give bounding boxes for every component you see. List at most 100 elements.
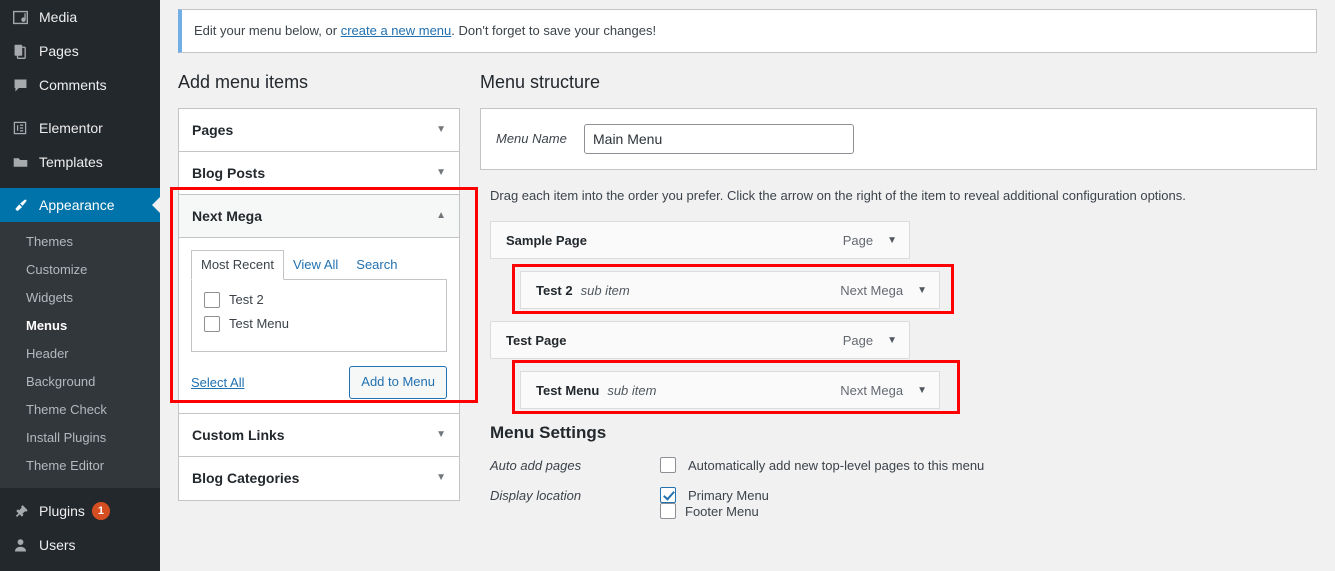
sidebar-top-group: Media Pages Comments Elementor Templates… <box>0 0 160 571</box>
sidebar-divider <box>0 102 160 111</box>
list-item-label: Test 2 <box>229 292 264 308</box>
checkbox-test-2[interactable] <box>204 291 220 308</box>
accordion-panel-pages[interactable]: Pages ▼ <box>179 108 459 152</box>
menu-structure-column: Menu structure Menu Name Drag each item … <box>480 71 1317 520</box>
sidebar-subitem-themes[interactable]: Themes <box>0 228 160 256</box>
chevron-up-icon[interactable]: ▲ <box>436 210 446 221</box>
accordion-panel-blog-posts[interactable]: Blog Posts ▼ <box>179 151 459 195</box>
wordpress-admin-menus-page: Media Pages Comments Elementor Templates… <box>0 0 1335 571</box>
chevron-down-icon[interactable]: ▼ <box>436 429 446 440</box>
menu-row-meta: Next Mega ▼ <box>840 383 927 398</box>
sidebar-item-label: Users <box>39 537 76 553</box>
menu-name-row: Menu Name <box>481 108 1316 170</box>
checkbox-footer-menu[interactable] <box>660 503 676 520</box>
menu-name-panel: Menu Name <box>480 107 1317 170</box>
panel-title: Blog Posts <box>192 164 266 181</box>
add-menu-items-title: Add menu items <box>178 71 309 92</box>
auto-add-pages-option-label: Automatically add new top-level pages to… <box>688 457 985 473</box>
sidebar-item-templates[interactable]: Templates <box>0 145 160 179</box>
sidebar-item-comments[interactable]: Comments <box>0 68 160 102</box>
plugins-update-badge: 1 <box>91 502 110 520</box>
chevron-down-icon[interactable]: ▼ <box>887 235 897 246</box>
display-location-footer[interactable]: Footer Menu <box>660 503 1317 520</box>
menu-row-test-menu[interactable]: Test Menu sub item Next Mega ▼ <box>520 371 940 410</box>
sidebar-item-plugins[interactable]: Plugins 1 <box>0 494 160 528</box>
menu-name-input[interactable] <box>584 123 854 154</box>
display-location-label: Display location <box>490 487 582 503</box>
checkbox-test-menu[interactable] <box>204 315 220 332</box>
menu-settings-title: Menu Settings <box>490 423 607 443</box>
sidebar-item-label: Comments <box>39 77 107 93</box>
sidebar-subitem-background[interactable]: Background <box>0 368 160 396</box>
auto-add-pages-row: Auto add pages Automatically add new top… <box>490 457 1317 474</box>
sidebar-item-appearance[interactable]: Appearance <box>0 188 160 222</box>
plugins-icon <box>10 501 30 521</box>
add-menu-items-accordion: Pages ▼ Blog Posts ▼ Next Mega ▲ Most Re… <box>178 107 460 501</box>
add-to-menu-button[interactable]: Add to Menu <box>349 365 447 399</box>
display-location-primary[interactable]: Primary Menu <box>660 487 769 504</box>
appearance-brush-icon <box>10 195 30 215</box>
chevron-down-icon[interactable]: ▼ <box>436 124 446 135</box>
sidebar-item-elementor[interactable]: Elementor <box>0 111 160 145</box>
sidebar-subitem-theme-check[interactable]: Theme Check <box>0 396 160 424</box>
appearance-submenu: Themes Customize Widgets Menus Header Ba… <box>0 222 160 488</box>
select-all-link[interactable]: Select All <box>191 375 244 390</box>
sidebar-subitem-widgets[interactable]: Widgets <box>0 284 160 312</box>
sidebar-item-label: Plugins <box>39 503 85 519</box>
auto-add-pages-value[interactable]: Automatically add new top-level pages to… <box>660 457 985 474</box>
footer-menu-label: Footer Menu <box>685 503 759 519</box>
panel-title: Custom Links <box>192 426 285 443</box>
sidebar-item-partial[interactable] <box>0 562 160 571</box>
sidebar-item-media[interactable]: Media <box>0 0 160 34</box>
accordion-panel-next-mega[interactable]: Next Mega ▲ <box>179 194 459 238</box>
accordion-panel-custom-links[interactable]: Custom Links ▼ <box>179 413 459 457</box>
menu-row-test-2[interactable]: Test 2 sub item Next Mega ▼ <box>520 271 940 310</box>
sidebar-subitem-theme-editor[interactable]: Theme Editor <box>0 452 160 480</box>
sidebar-subitem-menus[interactable]: Menus <box>0 312 160 340</box>
menu-row-title: Test Page <box>506 332 567 348</box>
menu-row-title: Test 2 <box>536 282 573 298</box>
sidebar-divider <box>0 179 160 188</box>
next-mega-panel-footer: Select All Add to Menu <box>191 365 447 399</box>
tab-search[interactable]: Search <box>347 251 406 279</box>
templates-icon <box>10 152 30 172</box>
next-mega-tabpanel: Test 2 Test Menu <box>191 279 447 352</box>
chevron-down-icon[interactable]: ▼ <box>436 473 446 483</box>
sidebar-item-pages[interactable]: Pages <box>0 34 160 68</box>
notice-prefix: Edit your menu below, or <box>194 23 341 38</box>
chevron-down-icon[interactable]: ▼ <box>917 385 927 396</box>
sidebar-subitem-customize[interactable]: Customize <box>0 256 160 284</box>
edit-menu-notice: Edit your menu below, or create a new me… <box>178 9 1317 53</box>
drag-instructions: Drag each item into the order you prefer… <box>490 187 1186 203</box>
sidebar-item-label: Appearance <box>39 197 115 213</box>
chevron-down-icon[interactable]: ▼ <box>887 335 897 346</box>
menu-row-labels: Test 2 sub item <box>536 283 630 298</box>
menu-row-labels: Test Page <box>506 333 566 348</box>
menu-row-meta: Page ▼ <box>843 233 897 248</box>
accordion-panel-blog-categories[interactable]: Blog Categories ▼ <box>179 456 459 500</box>
sidebar-item-label: Pages <box>39 43 79 59</box>
menu-row-type: Page <box>842 232 874 248</box>
sidebar-item-users[interactable]: Users <box>0 528 160 562</box>
chevron-down-icon[interactable]: ▼ <box>917 285 927 296</box>
list-item[interactable]: Test Menu <box>204 315 434 332</box>
menu-row-type: Page <box>842 332 874 348</box>
menu-row-sample-page[interactable]: Sample Page Page ▼ <box>490 221 910 260</box>
users-icon <box>10 535 30 555</box>
sidebar-subitem-install-plugins[interactable]: Install Plugins <box>0 424 160 452</box>
menu-row-title: Test Menu <box>536 382 600 398</box>
media-icon <box>10 7 30 27</box>
list-item[interactable]: Test 2 <box>204 291 434 308</box>
create-new-menu-link[interactable]: create a new menu <box>341 23 452 38</box>
tab-view-all[interactable]: View All <box>284 251 347 279</box>
menu-row-test-page[interactable]: Test Page Page ▼ <box>490 321 910 360</box>
checkbox-primary-menu[interactable] <box>660 487 676 504</box>
sidebar-item-label: Media <box>39 9 78 25</box>
checkbox-auto-add-pages[interactable] <box>660 457 676 474</box>
display-location-row: Display location Primary Menu <box>490 487 1317 504</box>
comments-icon <box>10 75 30 95</box>
tab-most-recent[interactable]: Most Recent <box>191 249 284 280</box>
sidebar-subitem-header[interactable]: Header <box>0 340 160 368</box>
chevron-down-icon[interactable]: ▼ <box>436 167 446 178</box>
menu-row-meta: Page ▼ <box>843 333 897 348</box>
